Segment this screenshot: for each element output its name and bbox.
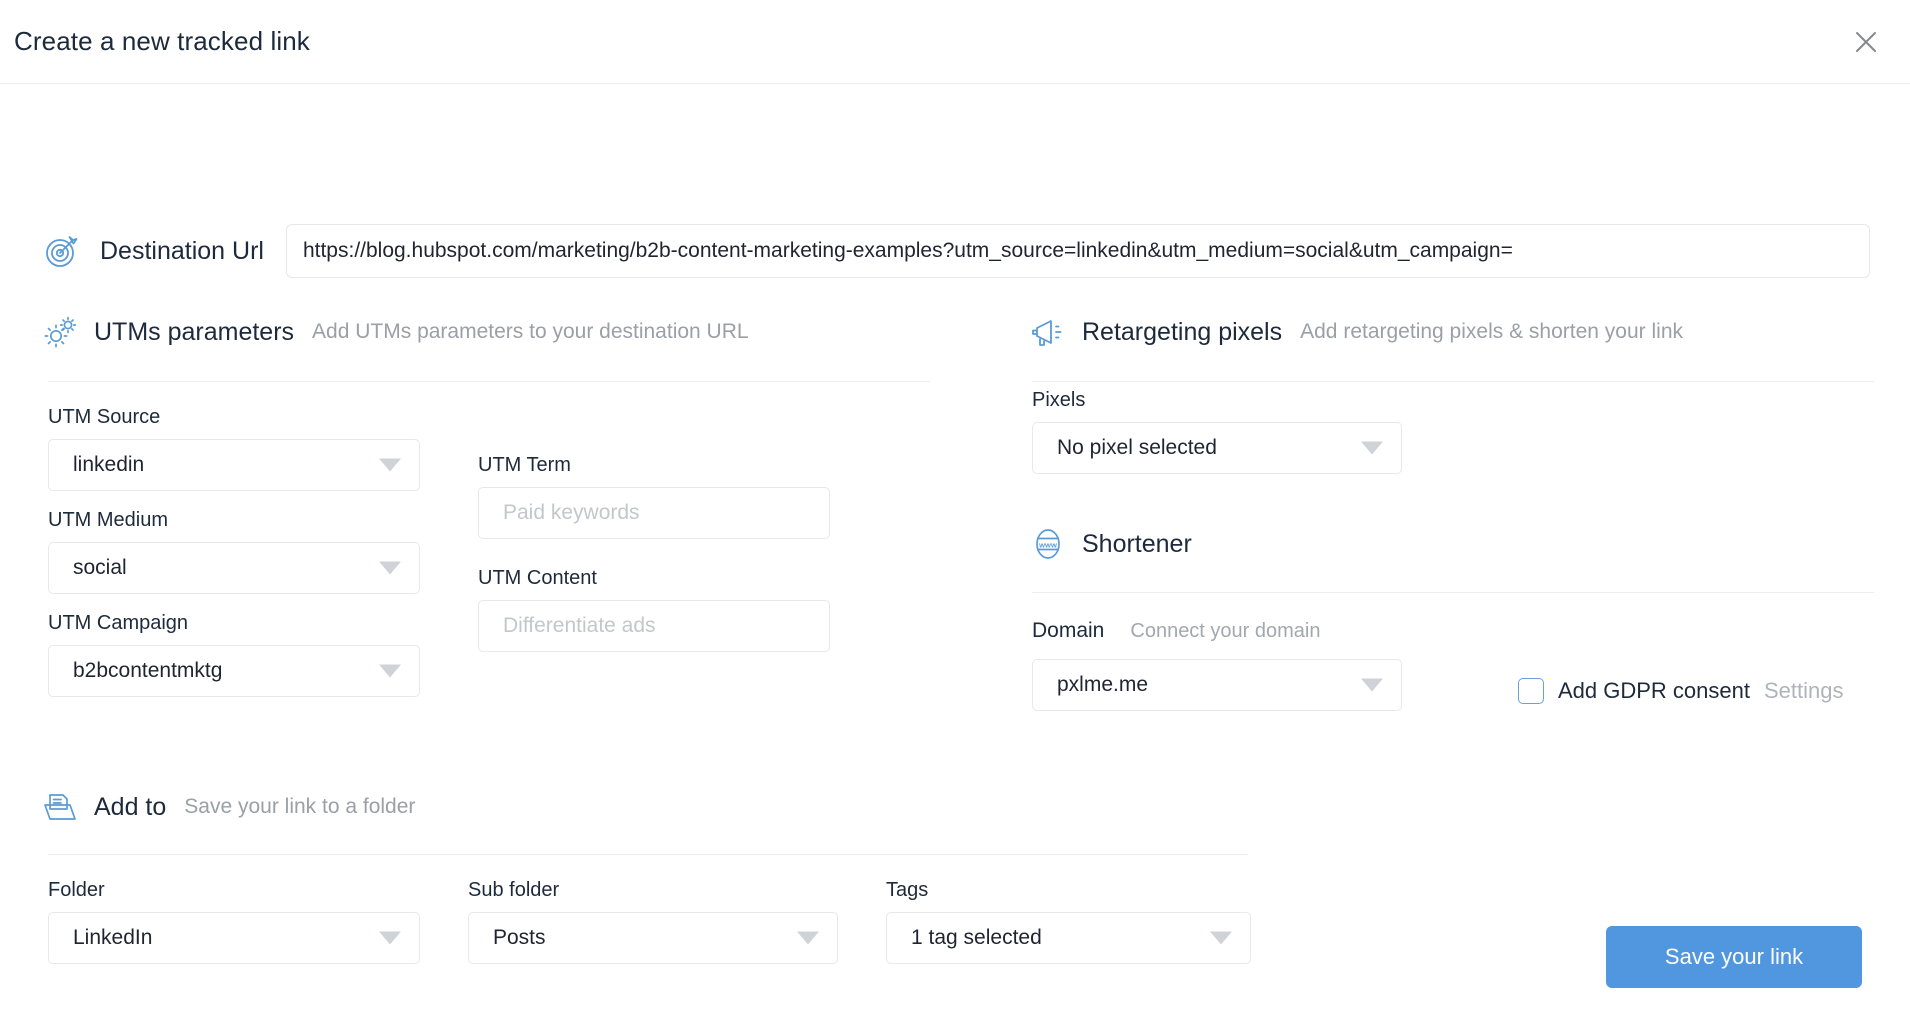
utm-campaign-value: b2bcontentmktg — [73, 659, 223, 682]
gdpr-consent-checkbox[interactable] — [1518, 678, 1544, 704]
gdpr-consent-row: Add GDPR consent Settings — [1518, 678, 1843, 704]
target-icon — [40, 229, 84, 273]
gdpr-settings-link[interactable]: Settings — [1764, 678, 1844, 704]
folder-field: Folder LinkedIn — [48, 879, 420, 964]
www-globe-icon: www — [1028, 524, 1068, 564]
utm-medium-select[interactable]: social — [48, 542, 420, 594]
close-icon — [1853, 29, 1879, 55]
utm-content-placeholder: Differentiate ads — [503, 614, 656, 637]
sub-folder-select[interactable]: Posts — [468, 912, 838, 964]
chevron-down-icon — [1361, 441, 1383, 455]
svg-text:www: www — [1038, 540, 1057, 549]
utm-medium-field: UTM Medium social — [48, 509, 420, 594]
utms-section-header: UTMs parameters Add UTMs parameters to y… — [40, 312, 749, 352]
utm-source-select[interactable]: linkedin — [48, 439, 420, 491]
save-link-button[interactable]: Save your link — [1606, 926, 1862, 988]
utm-campaign-label: UTM Campaign — [48, 612, 189, 634]
utm-campaign-select[interactable]: b2bcontentmktg — [48, 645, 420, 697]
gdpr-consent-label: Add GDPR consent — [1558, 678, 1750, 703]
add-to-section-header: Add to Save your link to a folder — [40, 787, 415, 827]
pixels-field: Pixels No pixel selected — [1032, 389, 1402, 474]
shortener-title: Shortener — [1082, 529, 1192, 558]
utm-term-placeholder: Paid keywords — [503, 501, 640, 524]
add-to-title: Add to — [94, 792, 167, 821]
chevron-down-icon — [379, 458, 401, 472]
tags-label: Tags — [886, 879, 929, 901]
folder-select[interactable]: LinkedIn — [48, 912, 420, 964]
tags-value: 1 tag selected — [911, 926, 1042, 949]
chevron-down-icon — [797, 931, 819, 945]
folder-value: LinkedIn — [73, 926, 153, 949]
destination-url-row: Destination Url https://blog.hubspot.com… — [40, 224, 1870, 278]
utms-column-right: UTM Term Paid keywords UTM Content Diffe… — [478, 454, 830, 680]
close-button[interactable] — [1846, 22, 1886, 62]
chevron-down-icon — [379, 931, 401, 945]
pixels-select[interactable]: No pixel selected — [1032, 422, 1402, 474]
utm-term-input[interactable]: Paid keywords — [478, 487, 830, 539]
shortener-section-header: www Shortener — [1028, 524, 1192, 564]
utms-title: UTMs parameters — [94, 317, 295, 346]
domain-value: pxlme.me — [1057, 673, 1149, 696]
modal-body: Destination Url https://blog.hubspot.com… — [0, 84, 1910, 1020]
sub-folder-field: Sub folder Posts — [468, 879, 838, 964]
domain-label: Domain — [1032, 619, 1105, 642]
megaphone-icon — [1028, 312, 1068, 352]
gears-icon — [40, 312, 80, 352]
domain-field: Domain Connect your domain pxlme.me — [1032, 619, 1402, 711]
utm-source-label: UTM Source — [48, 406, 161, 428]
utm-content-input[interactable]: Differentiate ads — [478, 600, 830, 652]
sub-folder-value: Posts — [493, 926, 546, 949]
pixels-label: Pixels — [1032, 389, 1086, 411]
connect-domain-link[interactable]: Connect your domain — [1130, 620, 1320, 643]
retargeting-title: Retargeting pixels — [1082, 317, 1283, 346]
page-title: Create a new tracked link — [14, 26, 310, 56]
sub-folder-label: Sub folder — [468, 879, 560, 901]
tags-select[interactable]: 1 tag selected — [886, 912, 1251, 964]
utm-campaign-field: UTM Campaign b2bcontentmktg — [48, 612, 420, 697]
folder-icon — [40, 787, 80, 827]
utm-source-value: linkedin — [73, 453, 145, 476]
utm-medium-value: social — [73, 556, 127, 579]
utm-term-field: UTM Term Paid keywords — [478, 454, 830, 539]
folder-row: Folder LinkedIn Sub folder Posts Tags 1 … — [48, 879, 1251, 964]
chevron-down-icon — [379, 664, 401, 678]
utms-divider — [48, 381, 930, 382]
retargeting-subtitle: Add retargeting pixels & shorten your li… — [1300, 320, 1683, 343]
add-to-divider — [48, 854, 1248, 855]
chevron-down-icon — [1361, 678, 1383, 692]
retargeting-divider — [1032, 381, 1874, 382]
pixels-value: No pixel selected — [1057, 436, 1217, 459]
domain-select[interactable]: pxlme.me — [1032, 659, 1402, 711]
chevron-down-icon — [379, 561, 401, 575]
destination-url-label: Destination Url — [100, 236, 264, 265]
chevron-down-icon — [1210, 931, 1232, 945]
utm-medium-label: UTM Medium — [48, 509, 169, 531]
utms-subtitle: Add UTMs parameters to your destination … — [312, 320, 749, 343]
tags-field: Tags 1 tag selected — [886, 879, 1251, 964]
destination-url-input[interactable]: https://blog.hubspot.com/marketing/b2b-c… — [285, 224, 1870, 278]
modal-header: Create a new tracked link — [0, 0, 1910, 84]
retargeting-section-header: Retargeting pixels Add retargeting pixel… — [1028, 312, 1683, 352]
folder-label: Folder — [48, 879, 105, 901]
add-to-subtitle: Save your link to a folder — [184, 795, 416, 818]
utm-source-field: UTM Source linkedin — [48, 406, 420, 491]
utm-content-field: UTM Content Differentiate ads — [478, 567, 830, 652]
shortener-divider — [1032, 592, 1874, 593]
utm-term-label: UTM Term — [478, 454, 571, 476]
utms-column-left: UTM Source linkedin UTM Medium social UT… — [48, 406, 420, 715]
utm-content-label: UTM Content — [478, 567, 597, 589]
